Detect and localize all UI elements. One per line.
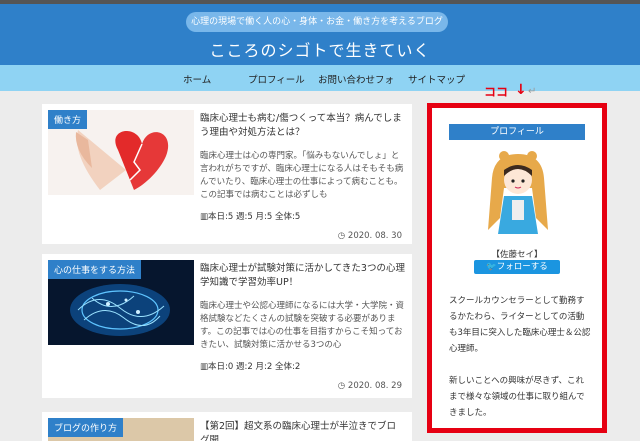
koko-annotation: ココ (484, 85, 509, 99)
avatar (488, 151, 548, 234)
sidebar-profile-widget: プロフィール 【佐藤セイ】 🐦フォローする スクールカウンセラーとして勤務するか… (427, 103, 607, 433)
pv-stats-text: 本日:0 週:2 月:2 全体:2 (208, 362, 301, 372)
return-mark-icon: ↵ (528, 86, 537, 97)
twitter-follow-button[interactable]: 🐦フォローする (474, 260, 560, 274)
down-arrow-icon: ↓ (515, 82, 527, 98)
article-title[interactable]: 臨床心理士も病む/傷つくって本当？病んでしまう理由や対処方法とは？ (200, 112, 405, 140)
twitter-bird-icon: 🐦 (486, 262, 497, 272)
clock-icon: ◷ (337, 231, 346, 241)
profile-name: 【佐藤セイ】 (491, 250, 543, 260)
nav-item-sitemap[interactable]: サイトマップ (408, 72, 465, 86)
site-header: 心理の現場で働く人の心・身体・お金・働き方を考えるブログ こころのシゴトで生きて… (0, 0, 640, 65)
pv-stats: ▥本日:5 週:5 月:5 全体:5 (200, 210, 300, 222)
article-title[interactable]: 【第2回】超文系の臨床心理士が半泣きでブログ開 (200, 420, 405, 441)
clock-icon: ◷ (337, 381, 346, 391)
category-label[interactable]: ブログの作り方 (48, 418, 124, 437)
profile-bio-paragraph: 新しいことへの興味が尽きず、これまで様々な領域の仕事に取り組んできました。 (449, 376, 585, 418)
nav-item-contact[interactable]: お問い合わせフォ (318, 72, 394, 86)
pv-stats: ▥本日:0 週:2 月:2 全体:2 (200, 360, 300, 372)
article-excerpt: 臨床心理士や公認心理師になるには大学・大学院・資格試験などたくさんの試験を突破す… (200, 301, 405, 350)
article-card[interactable]: 働き方 臨床心理士も病む/傷つくって本当？病んでしまう理由や対処方法とは？ 臨床… (42, 104, 412, 244)
site-tagline: 心理の現場で働く人の心・身体・お金・働き方を考えるブログ (186, 12, 448, 32)
post-date: ◷ 2020. 08. 29 (338, 381, 402, 391)
article-thumbnail[interactable]: 心の仕事をする方法 (48, 260, 194, 345)
post-date-text: 2020. 08. 29 (347, 381, 402, 391)
follow-label: フォローする (496, 262, 548, 272)
site-title[interactable]: こころのシゴトで生きていく (0, 37, 640, 61)
nav-item-profile[interactable]: プロフィール (248, 72, 305, 86)
category-label[interactable]: 心の仕事をする方法 (48, 260, 142, 279)
profile-heading: プロフィール (449, 124, 585, 140)
article-thumbnail[interactable]: 働き方 (48, 110, 194, 195)
pv-stats-text: 本日:5 週:5 月:5 全体:5 (208, 212, 301, 222)
article-card[interactable]: 心の仕事をする方法 臨床心理士が試験対策に活かしてきた3つの心理学知識で学習効率… (42, 254, 412, 398)
profile-bio-paragraph: スクールカウンセラーとして勤務するかたわら、ライターとしての活動も3年目に突入し… (449, 296, 591, 354)
article-title[interactable]: 臨床心理士が試験対策に活かしてきた3つの心理学知識で学習効率UP！ (200, 262, 405, 290)
category-label[interactable]: 働き方 (48, 110, 88, 129)
bar-chart-icon: ▥ (200, 362, 209, 372)
article-thumbnail[interactable]: ブログの作り方 (48, 418, 194, 441)
nav-item-home[interactable]: ホーム (183, 72, 211, 86)
article-card[interactable]: ブログの作り方 【第2回】超文系の臨床心理士が半泣きでブログ開 (42, 412, 412, 441)
article-excerpt: 臨床心理士は心の専門家。「悩みもないんでしょ」と言われがちですが、臨床心理士にな… (200, 151, 404, 200)
global-nav: ホーム プロフィール お問い合わせフォ サイトマップ (0, 65, 640, 91)
post-date-text: 2020. 08. 30 (347, 231, 402, 241)
header-top-border (0, 0, 640, 4)
bar-chart-icon: ▥ (200, 212, 209, 222)
post-date: ◷ 2020. 08. 30 (338, 231, 402, 241)
profile-bio: スクールカウンセラーとして勤務するかたわら、ライターとしての活動も3年目に突入し… (449, 293, 591, 421)
